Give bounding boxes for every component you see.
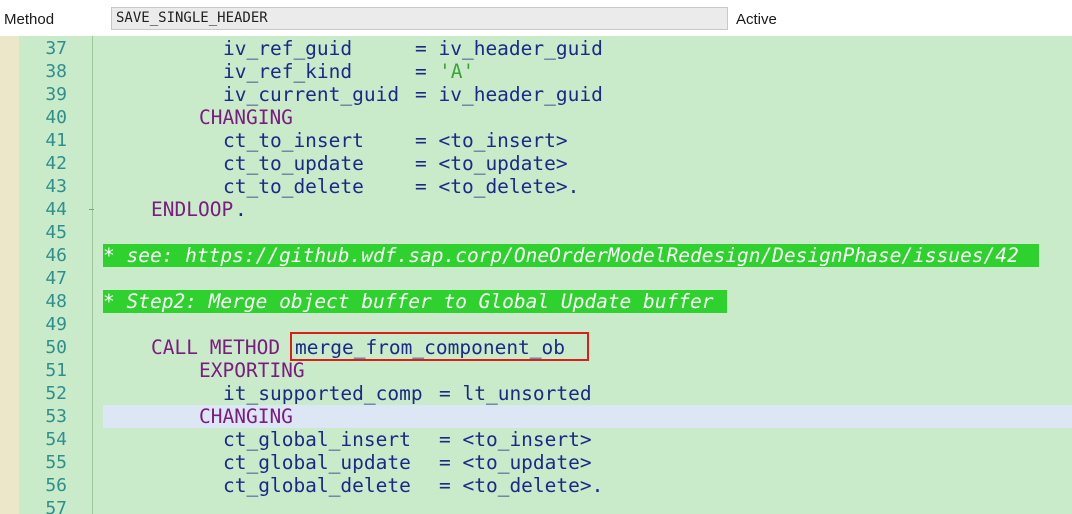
code-line: 40 CHANGING — [0, 106, 1072, 129]
method-label: Method — [4, 11, 55, 28]
code-line: 55 ct_global_update = <to_update> — [0, 451, 1072, 474]
code-line: 43 ct_to_delete = <to_delete>. — [0, 175, 1072, 198]
code-line: 52 it_supported_comp = lt_unsorted — [0, 382, 1072, 405]
code-value: = <to_insert> — [415, 129, 568, 152]
code-param: iv_ref_kind — [223, 60, 353, 83]
code-line: 37 iv_ref_guid = iv_header_guid — [0, 37, 1072, 60]
code-value: = lt_unsorted — [439, 382, 592, 405]
code-param: ct_global_insert — [223, 428, 411, 451]
code-param: ct_global_update — [223, 451, 411, 474]
code-value: = <to_delete>. — [415, 175, 580, 198]
code-param: ct_to_update — [223, 152, 364, 175]
code-value: = iv_header_guid — [415, 83, 603, 106]
keyword: CALL METHOD — [151, 336, 281, 359]
code-param: it_supported_comp — [223, 382, 423, 405]
code-line: 56 ct_global_delete = <to_delete>. — [0, 474, 1072, 497]
code-value: = <to_update> — [415, 152, 568, 175]
code-line: 48 * Step2: Merge object buffer to Globa… — [0, 290, 1072, 313]
method-header: Method SAVE_SINGLE_HEADER Active — [0, 0, 1072, 36]
code-param: ct_to_delete — [223, 175, 364, 198]
code-value: = — [415, 60, 439, 83]
line-number: 37 — [45, 38, 67, 59]
line-number: 50 — [45, 337, 67, 358]
line-number: 57 — [45, 498, 67, 514]
code-line: 38 iv_ref_kind = 'A' — [0, 60, 1072, 83]
keyword: ENDLOOP — [151, 198, 234, 221]
code-line: 57 — [0, 497, 1072, 514]
code-value: = <to_delete>. — [439, 474, 604, 497]
comment-text: * Step2: Merge object buffer to Global U… — [103, 290, 714, 313]
line-number: 45 — [45, 222, 67, 243]
method-name-field[interactable]: SAVE_SINGLE_HEADER — [111, 7, 728, 30]
line-number: 48 — [45, 291, 67, 312]
line-number: 55 — [45, 452, 67, 473]
code-value: = <to_insert> — [439, 428, 592, 451]
line-number: 38 — [45, 61, 67, 82]
line-number: 56 — [45, 475, 67, 496]
code-param: ct_to_insert — [223, 129, 364, 152]
line-number: 51 — [45, 360, 67, 381]
line-number: 49 — [45, 314, 67, 335]
keyword: CHANGING — [199, 405, 293, 428]
fold-marker[interactable] — [89, 209, 94, 210]
code-line: 54 ct_global_insert = <to_insert> — [0, 428, 1072, 451]
code-line: 51 EXPORTING — [0, 359, 1072, 382]
highlight-box — [290, 332, 589, 361]
code-punct: . — [235, 198, 247, 221]
code-line: 39 iv_current_guid = iv_header_guid — [0, 83, 1072, 106]
line-number: 43 — [45, 176, 67, 197]
line-number: 44 — [45, 199, 67, 220]
comment-line: * see: https://github.wdf.sap.corp/OneOr… — [103, 244, 1039, 267]
line-number: 54 — [45, 429, 67, 450]
code-line: 47 — [0, 267, 1072, 290]
code-value: = <to_update> — [439, 451, 592, 474]
keyword: EXPORTING — [199, 359, 305, 382]
status-text: Active — [736, 11, 777, 28]
code-param: ct_global_delete — [223, 474, 411, 497]
keyword: CHANGING — [199, 106, 293, 129]
code-param: iv_current_guid — [223, 83, 400, 106]
line-number: 39 — [45, 84, 67, 105]
code-line: 42 ct_to_update = <to_update> — [0, 152, 1072, 175]
string-literal: 'A' — [439, 60, 475, 83]
line-number: 52 — [45, 383, 67, 404]
code-line: 41 ct_to_insert = <to_insert> — [0, 129, 1072, 152]
line-number: 53 — [45, 406, 67, 427]
current-code-line: 53 CHANGING — [0, 405, 1072, 428]
comment-line: * Step2: Merge object buffer to Global U… — [103, 290, 727, 313]
comment-text: * see: https://github.wdf.sap.corp/OneOr… — [103, 244, 1019, 267]
line-number: 42 — [45, 153, 67, 174]
code-line: 46 * see: https://github.wdf.sap.corp/On… — [0, 244, 1072, 267]
line-number: 41 — [45, 130, 67, 151]
line-number: 47 — [45, 268, 67, 289]
line-number: 46 — [45, 245, 67, 266]
code-param: iv_ref_guid — [223, 37, 353, 60]
code-value: = iv_header_guid — [415, 37, 603, 60]
line-number: 40 — [45, 107, 67, 128]
code-line: 44 ENDLOOP . — [0, 198, 1072, 221]
code-editor[interactable]: 37 iv_ref_guid = iv_header_guid 38 iv_re… — [0, 36, 1072, 514]
code-line: 45 — [0, 221, 1072, 244]
